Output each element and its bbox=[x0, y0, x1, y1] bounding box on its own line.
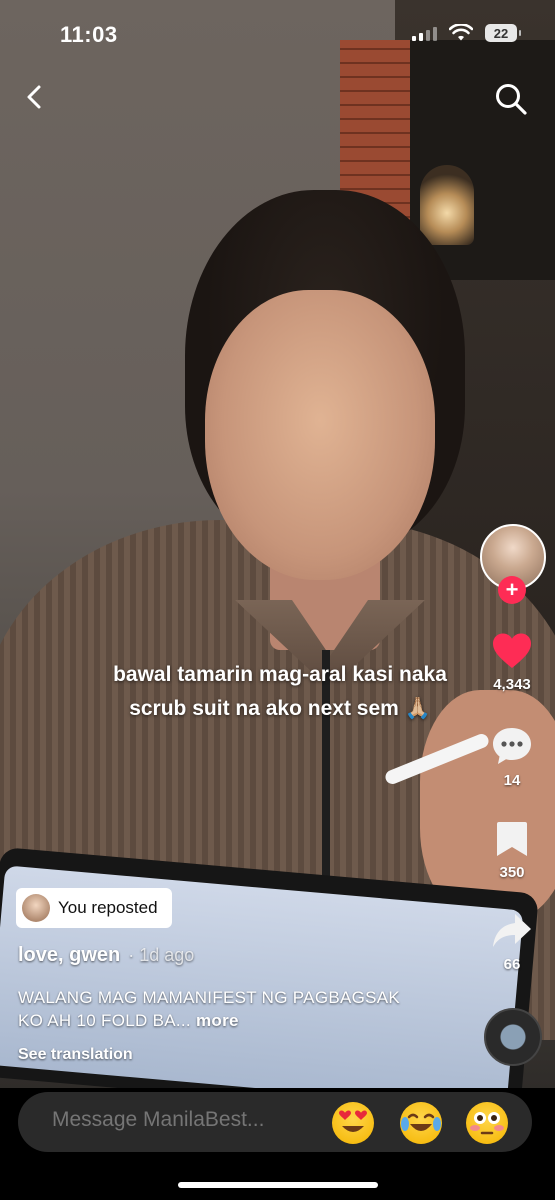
heart-eyes-emoji-face bbox=[339, 1110, 367, 1132]
back-chevron-icon[interactable] bbox=[20, 82, 50, 112]
bookmark-icon bbox=[497, 822, 527, 856]
joy-emoji-icon[interactable] bbox=[400, 1102, 442, 1144]
flushed-emoji-icon[interactable] bbox=[466, 1102, 508, 1144]
post-time: · 1d ago bbox=[128, 945, 195, 965]
see-translation-link[interactable]: See translation bbox=[18, 1046, 133, 1064]
tiktok-video-screen: 11:03 22 bawal tamarin mag-aral kasi nak… bbox=[0, 0, 555, 1200]
author-name[interactable]: love, gwen bbox=[18, 944, 120, 966]
home-indicator[interactable] bbox=[178, 1182, 378, 1188]
author-line: love, gwen · 1d ago bbox=[18, 944, 194, 967]
repost-label: You reposted bbox=[58, 898, 158, 917]
save-count: 350 bbox=[499, 864, 525, 881]
save-button[interactable]: 350 bbox=[482, 820, 542, 881]
heart-icon bbox=[493, 633, 531, 668]
follow-button[interactable]: + bbox=[498, 576, 526, 604]
battery-icon: 22 bbox=[485, 24, 521, 42]
search-icon[interactable] bbox=[494, 82, 528, 116]
heart-eyes-emoji-icon[interactable] bbox=[332, 1102, 374, 1144]
repost-badge[interactable]: You reposted bbox=[16, 888, 172, 928]
comment-count: 14 bbox=[503, 772, 521, 789]
comment-button[interactable]: 14 bbox=[482, 726, 542, 789]
video-text-overlay: bawal tamarin mag-aral kasi naka scrub s… bbox=[113, 663, 447, 720]
follow-plus-icon: + bbox=[505, 577, 519, 602]
repost-user-avatar bbox=[22, 894, 50, 922]
post-description[interactable]: WALANG MAG MAMANIFEST NG PAGBAGSAK KO AH… bbox=[18, 986, 418, 1032]
sound-disc-icon[interactable] bbox=[484, 1008, 542, 1066]
video-subject-face bbox=[205, 290, 435, 580]
flushed-emoji-face bbox=[470, 1112, 504, 1135]
more-link[interactable]: more bbox=[196, 1011, 239, 1030]
video-background-lamp bbox=[420, 165, 474, 245]
like-count: 4,343 bbox=[493, 676, 531, 693]
message-input[interactable] bbox=[52, 1108, 312, 1132]
share-arrow-icon bbox=[493, 914, 531, 947]
status-time: 11:03 bbox=[60, 22, 118, 47]
like-button[interactable]: 4,343 bbox=[482, 632, 542, 693]
joy-emoji-face bbox=[401, 1113, 441, 1131]
share-button[interactable]: 66 bbox=[482, 912, 542, 973]
status-icons: 22 bbox=[412, 24, 521, 42]
wifi-icon bbox=[449, 24, 473, 41]
share-count: 66 bbox=[503, 956, 521, 973]
comment-bubble-icon bbox=[493, 728, 531, 764]
battery-level: 22 bbox=[493, 25, 509, 41]
signal-icon bbox=[412, 25, 437, 41]
